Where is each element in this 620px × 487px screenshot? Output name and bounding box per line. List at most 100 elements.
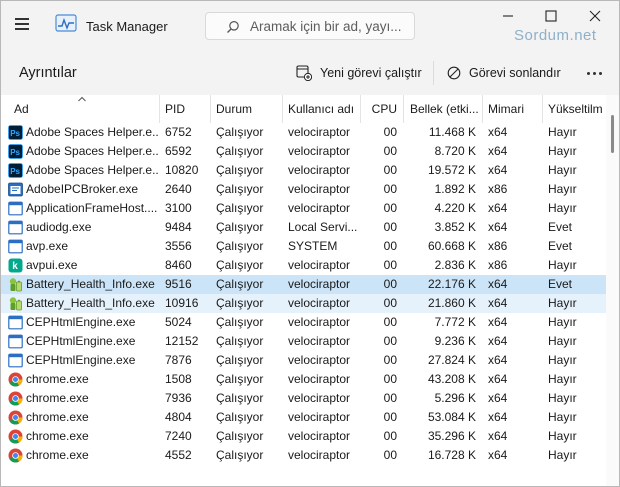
cell-elevated: Hayır [548,125,577,139]
cell-arch: x64 [488,391,508,405]
cell-elevated: Hayır [548,163,577,177]
table-row[interactable]: chrome.exe 4552 Çalışıyor velociraptor 00 16.… [1,446,606,465]
search-input[interactable] [250,17,410,35]
cell-pid: 10820 [165,163,199,177]
cell-user: velociraptor [288,163,351,177]
cell-user: velociraptor [288,372,351,386]
table-row[interactable]: audiodg.exe 9484 Çalışıyor Local Servi... 00… [1,218,606,237]
minimize-icon[interactable] [498,7,518,25]
cell-cpu: 00 [383,201,397,215]
cell-pid: 9516 [165,277,192,291]
cell-memory: 9.236 K [434,334,476,348]
chrome-icon [8,448,23,463]
cell-pid: 6592 [165,144,192,158]
cell-name: Adobe Spaces Helper.e... [26,163,158,177]
cell-elevated: Hayır [548,353,577,367]
column-header-elevated[interactable]: Yükseltilm [542,95,606,123]
column-header-cpu[interactable]: CPU [360,95,403,123]
battery-health-icon [8,296,23,311]
cell-memory: 53.084 K [427,410,476,424]
table-row[interactable]: avp.exe 3556 Çalışıyor SYSTEM 00 60.668 K x86 E… [1,237,606,256]
cell-cpu: 00 [383,277,397,291]
table-row[interactable]: Ps Adobe Spaces Helper.e... 6592 Çalışıyor v… [1,142,606,161]
table-row[interactable]: Battery_Health_Info.exe 9516 Çalışıyor velo… [1,275,606,294]
hamburger-menu-icon[interactable] [13,15,31,33]
new-task-button[interactable]: Yeni görevi çalıştır [296,63,422,83]
close-icon[interactable] [585,7,605,25]
photoshop-icon: Ps [8,144,23,159]
cell-arch: x64 [488,353,508,367]
cell-cpu: 00 [383,239,397,253]
adobe-ipc-broker-icon [8,182,23,197]
cell-memory: 27.824 K [427,353,476,367]
more-options-icon[interactable] [585,64,605,82]
table-header: Ad PID Durum Kullanıcı adı CPU Bellek (e… [1,95,606,123]
cell-name: CEPHtmlEngine.exe [26,353,136,367]
cell-pid: 12152 [165,334,199,348]
cell-cpu: 00 [383,296,397,310]
column-header-memory[interactable]: Bellek (etki... [403,95,482,123]
search-icon [227,21,239,33]
cell-memory: 19.572 K [427,163,476,177]
chrome-icon [8,429,23,444]
cell-name: chrome.exe [26,391,89,405]
column-header-status[interactable]: Durum [210,95,282,123]
cell-memory: 43.208 K [427,372,476,386]
table-row[interactable]: chrome.exe 7240 Çalışıyor velociraptor 00 35.… [1,427,606,446]
cell-pid: 1508 [165,372,192,386]
table-row[interactable]: Battery_Health_Info.exe 10916 Çalışıyor vel… [1,294,606,313]
cell-elevated: Hayır [548,182,577,196]
scrollbar-thumb[interactable] [611,115,614,153]
cell-status: Çalışıyor [216,239,264,253]
application-window-icon [8,353,23,368]
cell-name: audiodg.exe [26,220,92,234]
cell-user: velociraptor [288,125,351,139]
cell-name: avpui.exe [26,258,78,272]
table-row[interactable]: k avpui.exe 8460 Çalışıyor velociraptor 00 2.8… [1,256,606,275]
cell-elevated: Hayır [548,448,577,462]
cell-status: Çalışıyor [216,410,264,424]
column-header-pid[interactable]: PID [159,95,210,123]
page-title: Ayrıntılar [19,65,77,81]
vertical-scrollbar[interactable] [606,95,619,486]
cell-arch: x64 [488,277,508,291]
table-row[interactable]: ApplicationFrameHost.... 3100 Çalışıyor vel… [1,199,606,218]
cell-pid: 5024 [165,315,192,329]
cell-user: velociraptor [288,277,351,291]
cell-cpu: 00 [383,258,397,272]
cell-pid: 7936 [165,391,192,405]
cell-status: Çalışıyor [216,144,264,158]
cell-pid: 4804 [165,410,192,424]
title-bar: Task Manager Sordum.net [1,1,619,51]
end-task-button[interactable]: Görevi sonlandır [447,63,561,83]
column-header-user[interactable]: Kullanıcı adı [282,95,360,123]
cell-name: chrome.exe [26,410,89,424]
table-row[interactable]: AdobeIPCBroker.exe 2640 Çalışıyor velocirap… [1,180,606,199]
table-row[interactable]: CEPHtmlEngine.exe 12152 Çalışıyor velocirap… [1,332,606,351]
table-row[interactable]: chrome.exe 7936 Çalışıyor velociraptor 00 5.2… [1,389,606,408]
cell-status: Çalışıyor [216,315,264,329]
cell-cpu: 00 [383,125,397,139]
column-header-arch[interactable]: Mimari [482,95,542,123]
table-row[interactable]: CEPHtmlEngine.exe 5024 Çalışıyor velocirapt… [1,313,606,332]
table-row[interactable]: chrome.exe 1508 Çalışıyor velociraptor 00 43.… [1,370,606,389]
search-box[interactable] [205,12,415,40]
cell-elevated: Hayır [548,258,577,272]
cell-pid: 10916 [165,296,199,310]
cell-pid: 7240 [165,429,192,443]
cell-arch: x64 [488,144,508,158]
cell-memory: 8.720 K [434,144,476,158]
cell-memory: 4.220 K [434,201,476,215]
maximize-icon[interactable] [541,7,561,25]
table-row[interactable]: CEPHtmlEngine.exe 7876 Çalışıyor velocirapt… [1,351,606,370]
cell-cpu: 00 [383,372,397,386]
kaspersky-icon: k [8,258,23,273]
column-header-name[interactable]: Ad [9,95,159,123]
cell-memory: 16.728 K [427,448,476,462]
cell-user: SYSTEM [288,239,338,253]
svg-text:Ps: Ps [10,167,20,176]
table-row[interactable]: Ps Adobe Spaces Helper.e... 6752 Çalışıyor v… [1,123,606,142]
cell-name: avp.exe [26,239,69,253]
table-row[interactable]: chrome.exe 4804 Çalışıyor velociraptor 00 53.… [1,408,606,427]
table-row[interactable]: Ps Adobe Spaces Helper.e... 10820 Çalışıyor… [1,161,606,180]
